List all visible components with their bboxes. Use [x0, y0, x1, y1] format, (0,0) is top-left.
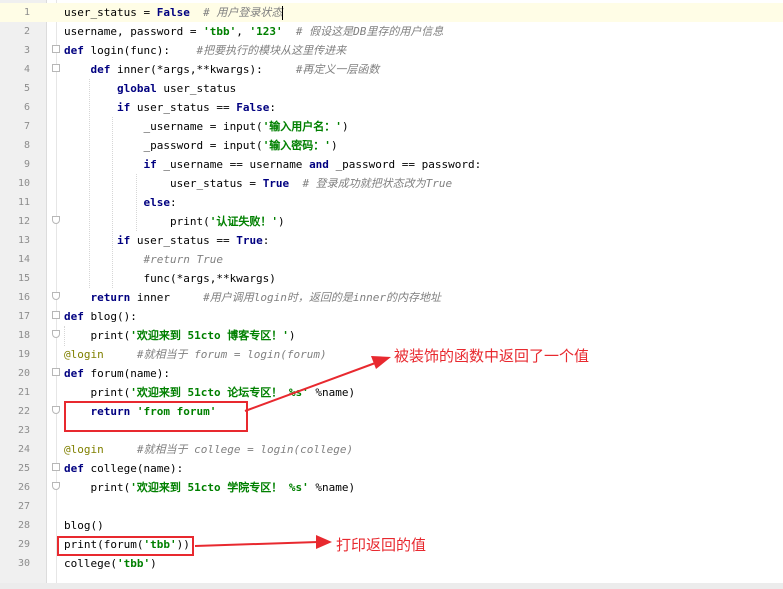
code-editor[interactable]: 1 user_status = False # 用户登录状态 2 username, …: [0, 0, 783, 589]
arrowhead-icon: [371, 356, 391, 369]
annotation-arrows: [194, 356, 391, 549]
arrowhead-icon: [316, 535, 332, 549]
arrow-line: [244, 361, 379, 412]
horizontal-scrollbar[interactable]: [0, 583, 783, 589]
annotation-print-return: 打印返回的值: [336, 537, 427, 554]
arrow-line: [194, 541, 319, 547]
annotation-returned-value: 被装饰的函数中返回了一个值: [394, 348, 590, 365]
